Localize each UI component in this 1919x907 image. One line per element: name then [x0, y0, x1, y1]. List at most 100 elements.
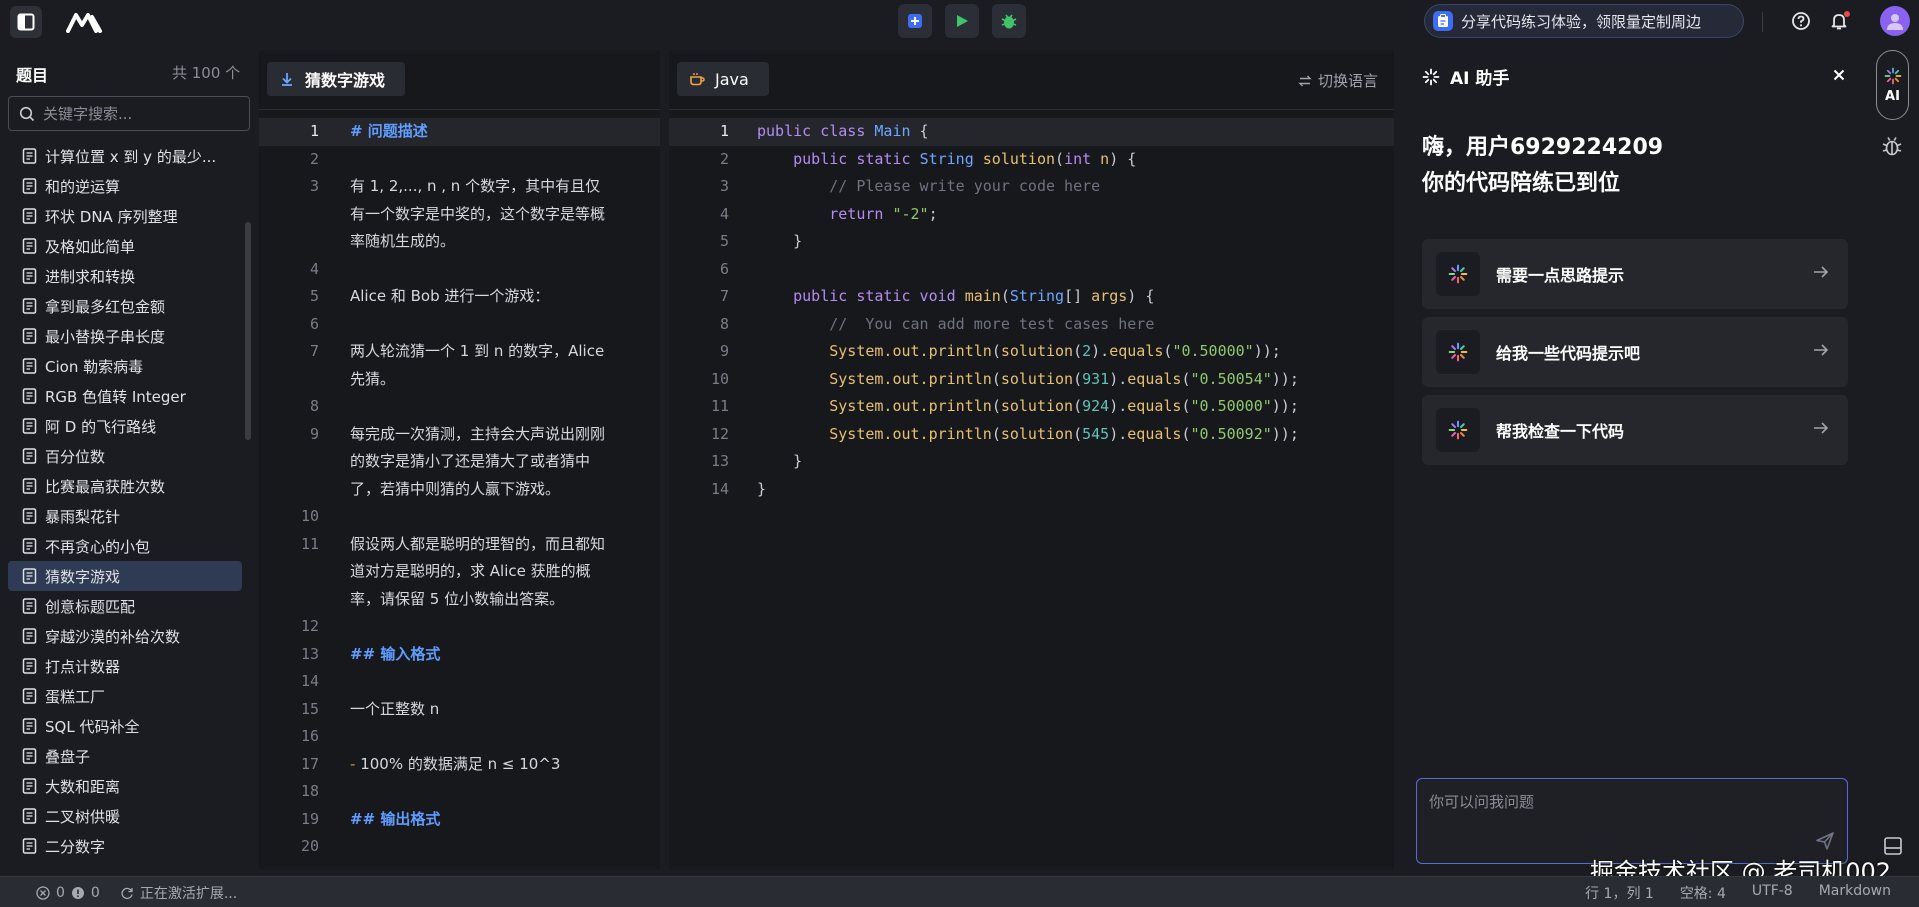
line-number: 12 [300, 617, 319, 635]
problem-list-item[interactable]: 计算位置 x 到 y 的最少... [8, 141, 242, 171]
search-input[interactable] [43, 104, 243, 123]
cursor-position[interactable]: 行 1，列 1 [1585, 883, 1654, 903]
code-token: System.out.println [757, 342, 992, 360]
problem-list-item[interactable]: 蛋糕工厂 [8, 681, 242, 711]
code-token: ( [1000, 287, 1010, 305]
arrow-right-icon [1814, 344, 1829, 356]
ai-assistant-toggle[interactable]: AI [1876, 50, 1909, 120]
ai-card-label: 给我一些代码提示吧 [1496, 344, 1641, 363]
problem-title: 和的逆运算 [45, 177, 121, 196]
line-number: 18 [300, 782, 319, 800]
language-mode[interactable]: Markdown [1819, 883, 1891, 903]
problem-list-item[interactable]: RGB 色值转 Integer [8, 381, 242, 411]
problem-list-item[interactable]: 阿 D 的飞行路线 [8, 411, 242, 441]
document-icon [22, 358, 37, 374]
problem-list-item[interactable]: 环状 DNA 序列整理 [8, 201, 242, 231]
rail-debug-button[interactable] [1880, 134, 1904, 162]
text-span: 假设两人都是聪明的理智的，而且都知道对方是聪明的，求 Alice 获胜的概率，请… [350, 534, 606, 608]
sidebar-toggle-button[interactable] [10, 6, 42, 38]
problem-list-item[interactable]: 进制求和转换 [8, 261, 242, 291]
problem-list-item[interactable]: 最小替换子串长度 [8, 321, 242, 351]
line-number: 4 [309, 259, 319, 278]
code-text-line: } [729, 228, 802, 256]
ai-greeting: 嗨，用户6929224209 你的代码陪练已到位 [1422, 130, 1663, 202]
document-icon [22, 148, 37, 164]
tab-description[interactable]: 猜数字游戏 [267, 62, 406, 96]
ai-suggestion-card[interactable]: 给我一些代码提示吧 [1422, 317, 1848, 387]
help-button[interactable] [1788, 8, 1814, 34]
line-number: 1 [719, 122, 729, 140]
document-icon [22, 838, 37, 854]
problem-list-item[interactable]: Cion 勒索病毒 [8, 351, 242, 381]
problem-list-item[interactable]: 大数和距离 [8, 771, 242, 801]
problem-list-item[interactable]: 暴雨梨花针 [8, 501, 242, 531]
problem-list-item[interactable]: 及格如此简单 [8, 231, 242, 261]
promo-banner[interactable]: 分享代码练习体验，领限量定制周边 [1424, 4, 1744, 38]
submit-button[interactable] [898, 4, 932, 38]
sidebar-scrollbar[interactable] [245, 222, 251, 440]
document-icon [22, 418, 37, 434]
coffee-icon [690, 73, 705, 86]
line-number: 9 [309, 424, 319, 443]
text-span: ## 输出格式 [350, 809, 441, 828]
switch-language-button[interactable]: 切换语言 [1298, 70, 1378, 91]
text-span: - [350, 754, 361, 773]
problem-list-item[interactable]: 创意标题匹配 [8, 591, 242, 621]
error-icon[interactable] [36, 886, 50, 900]
problem-title: 拿到最多红包金额 [45, 297, 166, 316]
tab-java[interactable]: Java [677, 62, 769, 96]
encoding[interactable]: UTF-8 [1752, 883, 1793, 903]
code-token: System.out.println [757, 369, 992, 388]
ai-suggestion-card[interactable]: 帮我检查一下代码 [1422, 395, 1848, 465]
download-icon [282, 73, 292, 86]
problem-title: 穿越沙漠的补给次数 [45, 627, 181, 646]
code-token: 2 [1082, 342, 1092, 360]
send-icon[interactable] [1815, 831, 1835, 851]
code-token: ( [1181, 369, 1191, 388]
problem-list-item[interactable]: 不再贪心的小包 [8, 531, 242, 561]
ai-question-input[interactable] [1429, 791, 1809, 831]
code-token: System.out.println [757, 397, 992, 415]
description-text[interactable]: 1 # 问题描述 2 3 有 1, 2,..., n , n 个数字，其中有且仅有一个数… [259, 118, 660, 861]
notifications-button[interactable] [1826, 8, 1852, 34]
debug-button[interactable] [992, 4, 1026, 38]
problem-list-item[interactable]: 二叉树供暖 [8, 801, 242, 831]
line-number: 11 [300, 534, 319, 553]
code-line: 7 public static void main(String[] args)… [669, 283, 1394, 311]
code-token: ( [1073, 397, 1083, 415]
code-token: // Please write your code here [757, 177, 1101, 195]
problem-list-item[interactable]: 穿越沙漠的补给次数 [8, 621, 242, 651]
ai-suggestion-card[interactable]: 需要一点思路提示 [1422, 239, 1848, 309]
code-text[interactable]: 1 public class Main {2 public static Stri… [669, 118, 1394, 503]
user-icon [1887, 14, 1903, 30]
run-button[interactable] [945, 4, 979, 38]
warning-icon[interactable] [71, 886, 85, 900]
line-text: Alice 和 Bob 进行一个游戏： [319, 283, 609, 311]
document-icon [22, 178, 37, 194]
problem-list-item[interactable]: 二分数字 [8, 831, 242, 861]
line-text: 有 1, 2,..., n , n 个数字，其中有且仅有一个数字是中奖的，这个数… [319, 173, 609, 256]
line-number: 11 [710, 397, 729, 415]
line-number: 3 [309, 177, 319, 195]
document-icon [22, 208, 37, 224]
problem-list-item[interactable]: 百分位数 [8, 441, 242, 471]
problem-list-item[interactable]: SQL 代码补全 [8, 711, 242, 741]
document-icon [22, 508, 37, 524]
problem-list-item[interactable]: 叠盘子 [8, 741, 242, 771]
problem-list-item[interactable]: 比赛最高获胜次数 [8, 471, 242, 501]
code-token: )); [1271, 397, 1299, 415]
problem-list-item[interactable]: 和的逆运算 [8, 171, 242, 201]
problem-list-item[interactable]: 打点计数器 [8, 651, 242, 681]
problem-list-item[interactable]: 拿到最多红包金额 [8, 291, 242, 321]
line-number: 13 [300, 644, 319, 663]
problem-list-item[interactable]: 猜数字游戏 [8, 561, 242, 591]
indent-setting[interactable]: 空格: 4 [1680, 883, 1726, 903]
sidebar-toggle-icon [17, 13, 35, 31]
code-token: String [919, 149, 974, 168]
user-avatar[interactable] [1880, 6, 1910, 36]
ai-close-button[interactable] [1830, 66, 1848, 84]
line-text [319, 393, 609, 421]
problem-list: 计算位置 x 到 y 的最少... 和的逆运算环状 DNA 序列整理 及格如此简单进… [8, 141, 242, 861]
editor-header: Java 切换语言 [669, 50, 1394, 110]
document-icon [22, 748, 37, 764]
